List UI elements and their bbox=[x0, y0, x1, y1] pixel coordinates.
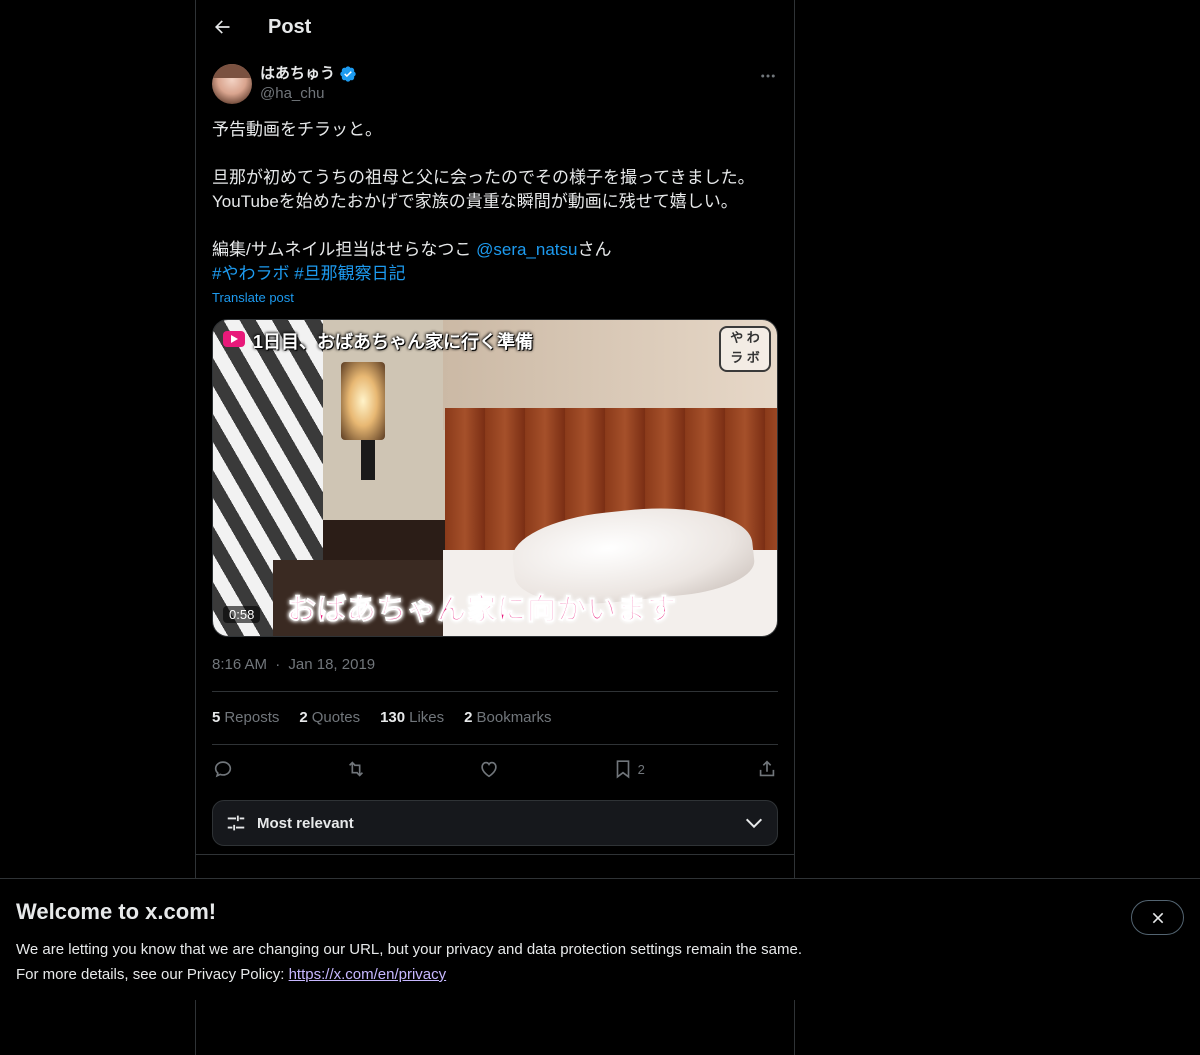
reply-sort-dropdown[interactable]: Most relevant bbox=[212, 800, 778, 846]
quotes-count: 2 bbox=[299, 709, 308, 726]
divider bbox=[212, 691, 778, 692]
video-caption-top: 1日目、おばあちゃん家に行く準備 bbox=[253, 332, 534, 352]
repost-icon bbox=[349, 761, 364, 777]
reply-icon bbox=[214, 761, 232, 778]
heart-icon bbox=[481, 761, 498, 778]
likes-count: 130 bbox=[380, 709, 406, 726]
share-icon bbox=[759, 760, 775, 777]
post-text-fragment: 編集/サムネイル担当はせらなつこ bbox=[212, 240, 477, 259]
post-text: 予告動画をチラッと。旦那が初めてうちの祖母と父に会ったのでその様子を撮ってきまし… bbox=[212, 118, 778, 286]
divider bbox=[212, 744, 778, 745]
reposts-label: Reposts bbox=[224, 709, 280, 726]
logo-text: や わ bbox=[730, 330, 760, 345]
more-options-button[interactable] bbox=[758, 66, 778, 86]
post-text-line: 編集/サムネイル担当はせらなつこ @sera_natsuさん bbox=[212, 238, 778, 262]
logo-text: ラ ボ bbox=[730, 350, 760, 365]
url-change-banner: Welcome to x.com! We are letting you kno… bbox=[0, 878, 1200, 1000]
timestamp-separator: · bbox=[275, 656, 281, 673]
post-date[interactable]: Jan 18, 2019 bbox=[288, 656, 375, 673]
back-arrow-icon bbox=[215, 20, 230, 34]
bookmark-button[interactable]: 2 bbox=[612, 758, 645, 780]
post-author: はあちゅう @ha_chu bbox=[212, 64, 778, 108]
likes-label: Likes bbox=[409, 709, 445, 726]
chevron-down-icon bbox=[745, 818, 763, 829]
translate-post-link[interactable]: Translate post bbox=[212, 290, 294, 305]
page-header: Post bbox=[196, 0, 794, 54]
mention-link[interactable]: @sera_natsu bbox=[476, 240, 577, 259]
reposts-count: 5 bbox=[212, 709, 221, 726]
post-text-line: YouTubeを始めたおかげで家族の貴重な瞬間が動画に残せて嬉しい。 bbox=[212, 192, 738, 211]
back-button[interactable] bbox=[212, 17, 232, 37]
quotes-stat[interactable]: 2 Quotes bbox=[299, 709, 360, 726]
banner-text-line: For more details, see our Privacy Policy… bbox=[16, 962, 802, 987]
bookmark-count: 2 bbox=[637, 761, 645, 777]
post-stats: 5 Reposts 2 Quotes 130 Likes 2 Bookmarks bbox=[212, 709, 552, 726]
avatar[interactable] bbox=[212, 64, 252, 104]
display-name-text: はあちゅう bbox=[260, 65, 336, 82]
reply-button[interactable] bbox=[212, 758, 234, 780]
banner-text-fragment: For more details, see our Privacy Policy… bbox=[16, 966, 289, 983]
sort-label: Most relevant bbox=[257, 814, 354, 832]
author-handle[interactable]: @ha_chu bbox=[260, 84, 357, 104]
bookmarks-count: 2 bbox=[464, 709, 473, 726]
hashtag-link[interactable]: #やわラボ bbox=[212, 264, 289, 283]
close-icon bbox=[1152, 912, 1163, 923]
bookmarks-label: Bookmarks bbox=[476, 709, 552, 726]
video-duration: 0:58 bbox=[223, 606, 261, 623]
sliders-icon bbox=[227, 815, 245, 831]
bookmarks-stat[interactable]: 2 Bookmarks bbox=[464, 709, 551, 726]
post-text-fragment: さん bbox=[577, 240, 612, 259]
hashtags: #やわラボ #旦那観察日記 bbox=[212, 262, 778, 286]
youtube-icon bbox=[223, 331, 245, 347]
video-caption-bottom: おばあちゃん家に向かいます bbox=[286, 594, 678, 627]
post-text-line: 予告動画をチラッと。 bbox=[212, 120, 382, 139]
repost-button[interactable] bbox=[345, 758, 367, 780]
post-actions: 2 bbox=[212, 757, 778, 781]
banner-title: Welcome to x.com! bbox=[16, 899, 217, 924]
verified-badge-icon bbox=[340, 66, 356, 82]
reposts-stat[interactable]: 5 Reposts bbox=[212, 709, 279, 726]
channel-logo: や わラ ボ bbox=[719, 326, 771, 372]
post-time[interactable]: 8:16 AM bbox=[212, 656, 267, 673]
like-button[interactable] bbox=[478, 758, 500, 780]
video-player[interactable]: 1日目、おばあちゃん家に行く準備 や わラ ボ おばあちゃん家に向かいます 0:… bbox=[212, 319, 778, 637]
page-title: Post bbox=[268, 15, 312, 38]
banner-close-button[interactable] bbox=[1131, 900, 1184, 935]
post-text-line: 旦那が初めてうちの祖母と父に会ったのでその様子を撮ってきました。 bbox=[212, 168, 755, 187]
share-button[interactable] bbox=[756, 758, 778, 780]
divider bbox=[196, 854, 794, 855]
author-names: はあちゅう @ha_chu bbox=[260, 64, 357, 108]
hashtag-link[interactable]: #旦那観察日記 bbox=[294, 264, 405, 283]
video-frame-lamp bbox=[341, 362, 385, 440]
privacy-policy-link[interactable]: https://x.com/en/privacy bbox=[289, 966, 447, 983]
post-timestamp: 8:16 AM · Jan 18, 2019 bbox=[212, 656, 375, 673]
more-horizontal-icon bbox=[761, 74, 775, 78]
banner-text-line: We are letting you know that we are chan… bbox=[16, 941, 802, 958]
quotes-label: Quotes bbox=[311, 709, 361, 726]
author-display-name[interactable]: はあちゅう bbox=[260, 64, 357, 84]
video-frame-lamp-arm bbox=[361, 440, 375, 480]
likes-stat[interactable]: 130 Likes bbox=[380, 709, 444, 726]
banner-text: We are letting you know that we are chan… bbox=[16, 937, 802, 987]
bookmark-icon bbox=[616, 760, 629, 779]
